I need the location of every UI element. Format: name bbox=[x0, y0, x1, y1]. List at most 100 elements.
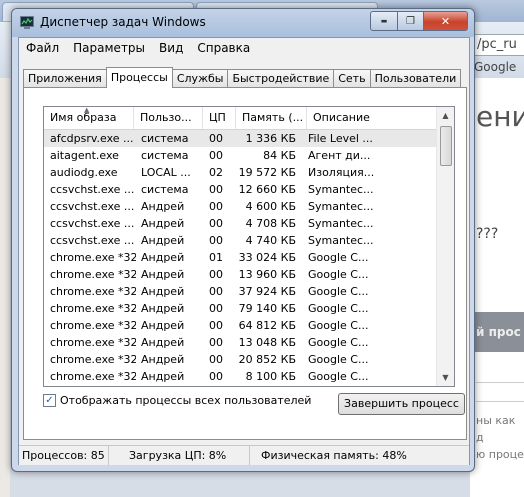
process-row[interactable]: chrome.exe *32 Андрей 00 8 100 КБ Google C..… bbox=[44, 368, 437, 385]
process-cpu-cell: 00 bbox=[209, 319, 223, 332]
column-header-image-name[interactable]: ▲ Имя образа bbox=[44, 107, 134, 129]
process-description-cell: Агент ди... bbox=[308, 149, 371, 162]
process-row[interactable]: aitagent.exe система 00 84 КБ Агент ди... bbox=[44, 147, 437, 164]
menu-view[interactable]: Вид bbox=[152, 38, 190, 58]
process-row[interactable]: chrome.exe *32 Андрей 00 20 852 КБ Google C.… bbox=[44, 351, 437, 368]
process-cpu-cell: 00 bbox=[209, 132, 223, 145]
process-memory-cell: 84 КБ bbox=[263, 149, 296, 162]
process-user-cell: система bbox=[141, 132, 189, 145]
process-user-cell: Андрей bbox=[141, 251, 185, 264]
column-header-label: Пользо... bbox=[140, 111, 192, 124]
process-user-cell: Андрей bbox=[141, 285, 185, 298]
process-description-cell: Symantec... bbox=[308, 234, 374, 247]
process-row[interactable]: chrome.exe *32 Андрей 00 64 812 КБ Google C.… bbox=[44, 317, 437, 334]
process-memory-cell: 4 708 КБ bbox=[245, 217, 296, 230]
close-button[interactable]: ✕ bbox=[424, 11, 468, 31]
process-description-cell: Изоляция... bbox=[308, 166, 375, 179]
process-row[interactable]: chrome.exe *32 Андрей 00 37 924 КБ Google C.… bbox=[44, 283, 437, 300]
process-memory-cell: 20 852 КБ bbox=[238, 353, 296, 366]
menu-file[interactable]: Файл bbox=[19, 38, 66, 58]
minimize-button[interactable]: ▬ bbox=[370, 11, 398, 31]
process-name-cell: afcdpsrv.exe ... bbox=[50, 132, 134, 145]
google-bookmark[interactable]: Google bbox=[474, 60, 524, 78]
process-user-cell: система bbox=[141, 183, 189, 196]
scroll-up-icon[interactable]: ▲ bbox=[437, 107, 454, 124]
menu-help[interactable]: Справка bbox=[190, 38, 257, 58]
process-cpu-cell: 00 bbox=[209, 149, 223, 162]
column-header-row: ▲ Имя образа Пользо... ЦП Память (... Оп… bbox=[44, 107, 437, 130]
process-description-cell: Google C... bbox=[308, 285, 369, 298]
process-user-cell: система bbox=[141, 149, 189, 162]
end-process-button[interactable]: Завершить процесс bbox=[338, 393, 465, 415]
process-cpu-cell: 00 bbox=[209, 217, 223, 230]
process-row[interactable]: chrome.exe *32 Андрей 00 79 140 КБ Google C.… bbox=[44, 300, 437, 317]
process-row[interactable]: ccsvchst.exe ... Андрей 00 4 708 КБ Symantec… bbox=[44, 215, 437, 232]
process-cpu-cell: 00 bbox=[209, 370, 223, 383]
page-text: ны как д ю проце bbox=[476, 412, 524, 463]
process-description-cell: Google C... bbox=[308, 251, 369, 264]
window-client: Файл Параметры Вид Справка Приложения Пр… bbox=[18, 37, 470, 465]
process-row[interactable]: ccsvchst.exe ... Андрей 00 4 740 КБ Symantec… bbox=[44, 232, 437, 249]
process-user-cell: Андрей bbox=[141, 319, 185, 332]
column-header-user[interactable]: Пользо... bbox=[134, 107, 203, 129]
process-memory-cell: 13 960 КБ bbox=[238, 268, 296, 281]
browser-address-bar[interactable]: /pc_ru bbox=[470, 34, 524, 56]
tab-services[interactable]: Службы bbox=[171, 69, 229, 87]
page-text-line: ю проце bbox=[476, 448, 524, 461]
process-name-cell: chrome.exe *32 bbox=[50, 251, 136, 264]
process-list[interactable]: ▲ Имя образа Пользо... ЦП Память (... Оп… bbox=[43, 106, 455, 387]
process-name-cell: chrome.exe *32 bbox=[50, 285, 136, 298]
process-rows: afcdpsrv.exe ... система 00 1 336 КБ File Le… bbox=[44, 130, 437, 385]
tab-network[interactable]: Сеть bbox=[333, 69, 371, 87]
process-name-cell: chrome.exe *32 bbox=[50, 370, 136, 383]
process-name-cell: ccsvchst.exe ... bbox=[50, 183, 135, 196]
vertical-scrollbar[interactable]: ▲ ▼ bbox=[436, 107, 454, 386]
title-bar[interactable]: Диспетчер задач Windows ▬ ❐ ✕ bbox=[12, 9, 474, 37]
menu-options[interactable]: Параметры bbox=[66, 38, 152, 58]
process-row[interactable]: chrome.exe *32 Андрей 00 13 960 КБ Google C.… bbox=[44, 266, 437, 283]
process-cpu-cell: 00 bbox=[209, 353, 223, 366]
tab-performance[interactable]: Быстродействие bbox=[227, 69, 335, 87]
status-process-count: Процессов: 85 bbox=[19, 446, 109, 465]
column-header-cpu[interactable]: ЦП bbox=[203, 107, 236, 129]
process-row[interactable]: ccsvchst.exe ... система 00 12 660 КБ Symant… bbox=[44, 181, 437, 198]
tab-users[interactable]: Пользователи bbox=[369, 69, 462, 87]
process-name-cell: chrome.exe *32 bbox=[50, 336, 136, 349]
process-memory-cell: 4 600 КБ bbox=[245, 200, 296, 213]
column-header-memory[interactable]: Память (... bbox=[236, 107, 307, 129]
tab-applications[interactable]: Приложения bbox=[23, 69, 107, 87]
column-header-description[interactable]: Описание bbox=[307, 107, 437, 129]
process-row[interactable]: afcdpsrv.exe ... система 00 1 336 КБ File Le… bbox=[44, 130, 437, 147]
process-name-cell: ccsvchst.exe ... bbox=[50, 217, 135, 230]
process-user-cell: Андрей bbox=[141, 268, 185, 281]
task-manager-window: Диспетчер задач Windows ▬ ❐ ✕ Файл Парам… bbox=[11, 8, 475, 472]
process-cpu-cell: 00 bbox=[209, 183, 223, 196]
process-description-cell: Google C... bbox=[308, 302, 369, 315]
process-row[interactable]: ccsvchst.exe ... Андрей 00 4 600 КБ Symantec… bbox=[44, 198, 437, 215]
tab-strip: Приложения Процессы Службы Быстродействи… bbox=[23, 67, 462, 88]
process-description-cell: Google C... bbox=[308, 319, 369, 332]
process-name-cell: chrome.exe *32 bbox=[50, 302, 136, 315]
process-name-cell: aitagent.exe bbox=[50, 149, 119, 162]
process-user-cell: Андрей bbox=[141, 353, 185, 366]
process-user-cell: Андрей bbox=[141, 302, 185, 315]
show-all-users-option[interactable]: ✓ Отображать процессы всех пользователей bbox=[43, 392, 311, 408]
process-description-cell: Google C... bbox=[308, 370, 369, 383]
scroll-down-icon[interactable]: ▼ bbox=[437, 369, 454, 386]
process-description-cell: File Level ... bbox=[308, 132, 373, 145]
process-name-cell: audiodg.exe bbox=[50, 166, 118, 179]
process-user-cell: Андрей bbox=[141, 234, 185, 247]
process-name-cell: chrome.exe *32 bbox=[50, 353, 136, 366]
process-description-cell: Symantec... bbox=[308, 183, 374, 196]
show-all-users-checkbox[interactable]: ✓ bbox=[43, 393, 56, 407]
maximize-button[interactable]: ❐ bbox=[398, 11, 424, 31]
tab-processes[interactable]: Процессы bbox=[105, 67, 173, 88]
process-row[interactable]: chrome.exe *32 Андрей 00 13 048 КБ Google C.… bbox=[44, 334, 437, 351]
scroll-thumb[interactable] bbox=[440, 126, 452, 166]
process-user-cell: Андрей bbox=[141, 370, 185, 383]
column-header-label: Описание bbox=[313, 111, 370, 124]
process-cpu-cell: 01 bbox=[209, 251, 223, 264]
process-row[interactable]: chrome.exe *32 Андрей 01 33 024 КБ Google C.… bbox=[44, 249, 437, 266]
process-row[interactable]: audiodg.exe LOCAL ... 02 19 572 КБ Изоляция.… bbox=[44, 164, 437, 181]
task-manager-icon bbox=[20, 16, 34, 29]
